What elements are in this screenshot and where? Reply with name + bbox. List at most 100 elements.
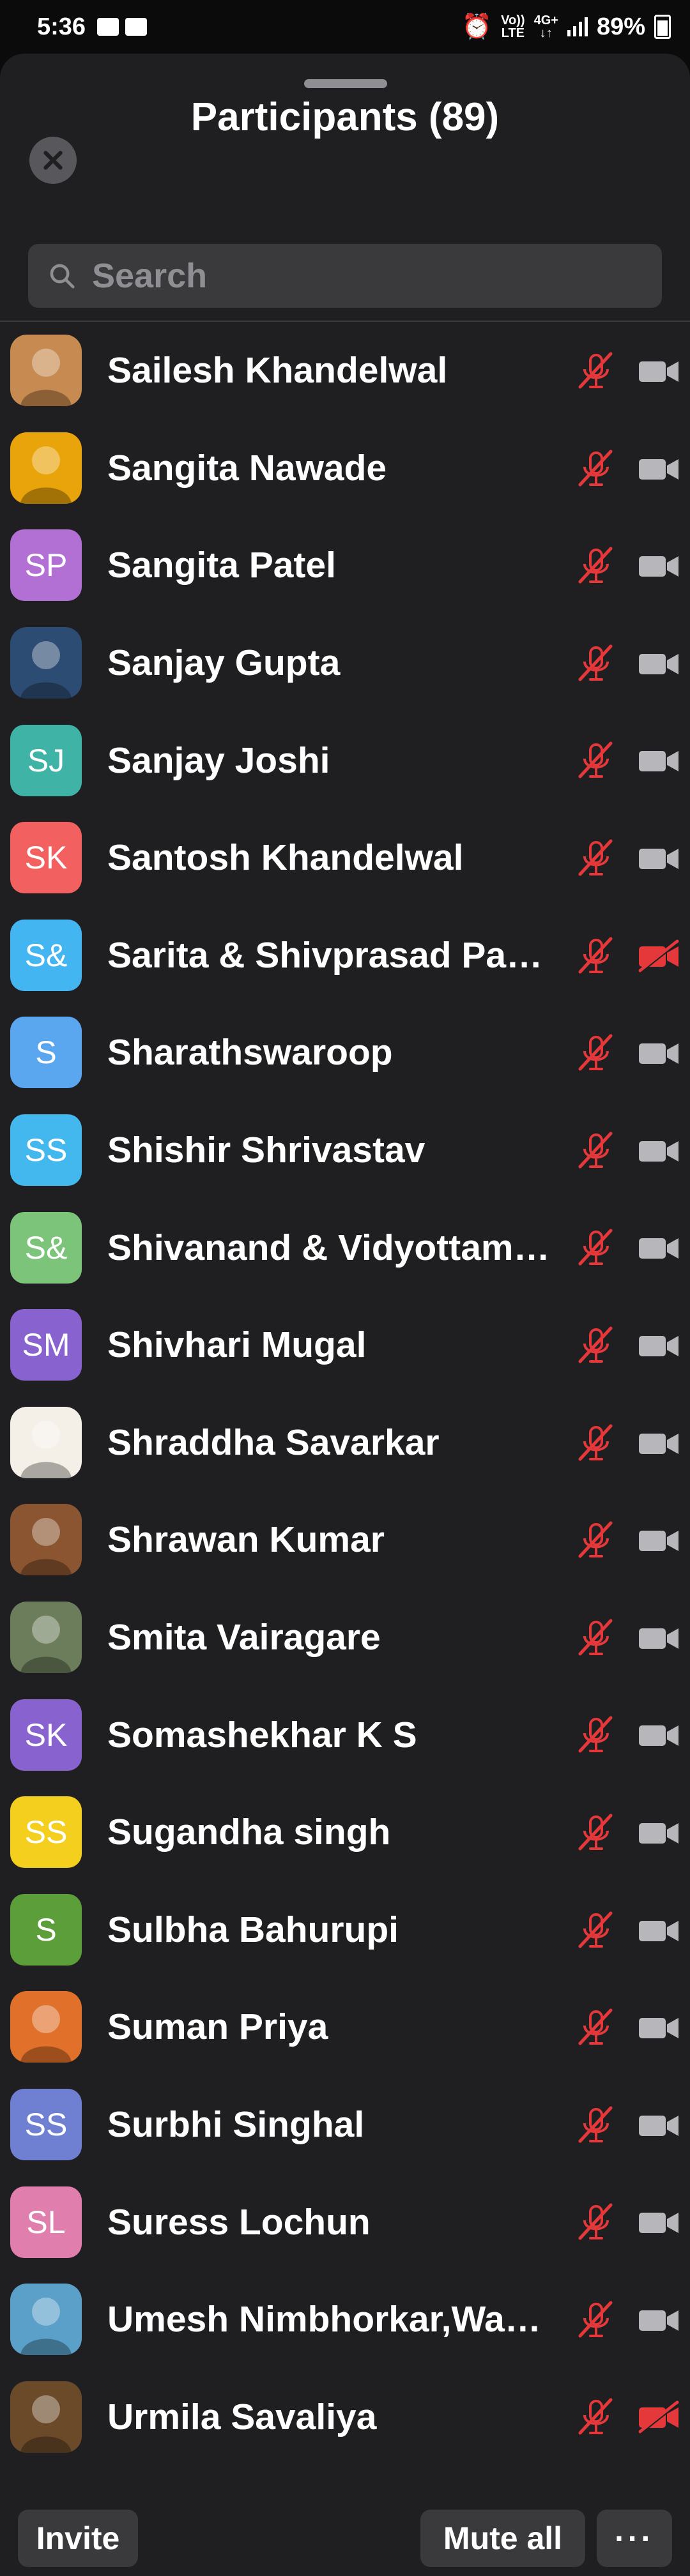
mute-all-button[interactable]: Mute all [420, 2510, 585, 2567]
camera-icon[interactable] [636, 841, 681, 875]
participant-row[interactable]: SK Somashekhar K S [0, 1686, 690, 1784]
participant-row[interactable]: SM Shivhari Mugal [0, 1296, 690, 1394]
mic-muted-icon[interactable] [575, 642, 617, 685]
participant-name: Suress Lochun [107, 2201, 371, 2243]
avatar: S [10, 1017, 82, 1089]
camera-icon[interactable] [636, 2205, 681, 2239]
participant-name: Urmila Savaliya [107, 2396, 377, 2437]
avatar-initials: SK [24, 1716, 68, 1753]
camera-icon[interactable] [636, 1523, 681, 1557]
volte-bottom: LTE [501, 26, 525, 40]
camera-icon[interactable] [636, 1913, 681, 1948]
close-icon [43, 151, 63, 170]
camera-icon[interactable] [636, 1036, 681, 1070]
participant-row[interactable]: S& Sarita & Shivprasad Pat… [0, 907, 690, 1004]
participant-row[interactable]: Sangita Nawade [0, 420, 690, 517]
mic-muted-icon[interactable] [575, 935, 617, 977]
participant-row[interactable]: S Sharathswaroop [0, 1004, 690, 1102]
participant-row[interactable]: S& Shivanand & Vidyottam… [0, 1199, 690, 1296]
participants-sheet: Participants (89) Sailesh Khandelwal Sang… [0, 54, 690, 2576]
avatar-photo [20, 349, 72, 407]
mic-muted-icon[interactable] [575, 545, 617, 587]
invite-button[interactable]: Invite [18, 2510, 138, 2567]
avatar [10, 335, 82, 407]
camera-icon[interactable] [636, 1133, 681, 1168]
mic-muted-icon[interactable] [575, 2104, 617, 2146]
camera-icon[interactable] [636, 354, 681, 388]
search-input[interactable] [91, 255, 643, 296]
mic-muted-icon[interactable] [575, 1130, 617, 1172]
mic-muted-icon[interactable] [575, 1714, 617, 1756]
participant-row[interactable]: SJ Sanjay Joshi [0, 711, 690, 809]
camera-icon[interactable] [636, 2108, 681, 2142]
avatar: SS [10, 1796, 82, 1868]
mic-muted-icon[interactable] [575, 1227, 617, 1269]
camera-icon[interactable] [636, 2303, 681, 2337]
participant-row[interactable]: S Sulbha Bahurupi [0, 1881, 690, 1979]
avatar [10, 1991, 82, 2063]
mic-muted-icon[interactable] [575, 837, 617, 879]
camera-icon[interactable] [636, 1426, 681, 1460]
avatar: SL [10, 2186, 82, 2258]
participant-row[interactable]: Urmila Savaliya [0, 2368, 690, 2466]
participant-name: Santosh Khandelwal [107, 837, 464, 879]
camera-off-icon[interactable] [636, 939, 681, 973]
status-right: ⏰ Vo)) LTE 4G+ ↓↑ 89% [462, 0, 671, 54]
search-bar[interactable] [28, 244, 662, 308]
mic-muted-icon[interactable] [575, 2201, 617, 2243]
mic-muted-icon[interactable] [575, 2006, 617, 2049]
participant-row[interactable]: SK Santosh Khandelwal [0, 809, 690, 907]
camera-icon[interactable] [636, 451, 681, 486]
avatar: SS [10, 1114, 82, 1186]
participant-row[interactable]: Umesh Nimbhorkar,War… [0, 2271, 690, 2368]
mic-muted-icon[interactable] [575, 1324, 617, 1367]
participant-row[interactable]: Smita Vairagare [0, 1589, 690, 1686]
mic-muted-icon[interactable] [575, 739, 617, 782]
participant-row[interactable]: SL Suress Lochun [0, 2173, 690, 2271]
participant-name: Shivanand & Vidyottam… [107, 1227, 550, 1268]
participant-row[interactable]: Sailesh Khandelwal [0, 322, 690, 420]
more-options-button[interactable]: ··· [597, 2510, 672, 2567]
mic-muted-icon[interactable] [575, 2396, 617, 2438]
camera-icon[interactable] [636, 1328, 681, 1363]
camera-off-icon[interactable] [636, 2400, 681, 2435]
participant-row[interactable]: Suman Priya [0, 1978, 690, 2076]
signal-icon [567, 17, 588, 36]
mic-muted-icon[interactable] [575, 2299, 617, 2341]
avatar-initials: S& [24, 937, 68, 973]
camera-icon[interactable] [636, 646, 681, 681]
avatar: SS [10, 2088, 82, 2160]
mic-muted-icon[interactable] [575, 1909, 617, 1951]
camera-icon[interactable] [636, 1815, 681, 1850]
camera-icon[interactable] [636, 549, 681, 583]
participant-row[interactable]: Shraddha Savarkar [0, 1394, 690, 1492]
mic-muted-icon[interactable] [575, 448, 617, 490]
mic-muted-icon[interactable] [575, 350, 617, 392]
participant-row[interactable]: SS Shishir Shrivastav [0, 1102, 690, 1199]
avatar-photo [20, 446, 72, 504]
volte-top: Vo)) [501, 13, 525, 27]
avatar-photo [20, 1518, 72, 1576]
mic-muted-icon[interactable] [575, 1519, 617, 1561]
mic-muted-icon[interactable] [575, 1032, 617, 1074]
sheet-grabber[interactable] [304, 79, 387, 88]
status-bar: 5:36 ⏰ Vo)) LTE 4G+ ↓↑ 89% [0, 0, 690, 54]
participant-row[interactable]: SP Sangita Patel [0, 517, 690, 614]
mic-muted-icon[interactable] [575, 1617, 617, 1659]
camera-icon[interactable] [636, 1231, 681, 1265]
participant-name: Sanjay Gupta [107, 642, 341, 684]
participant-row[interactable]: Sanjay Gupta [0, 614, 690, 712]
camera-icon[interactable] [636, 1621, 681, 1655]
camera-icon[interactable] [636, 743, 681, 778]
close-button[interactable] [29, 137, 77, 184]
camera-icon[interactable] [636, 1718, 681, 1752]
participant-row[interactable]: Shrawan Kumar [0, 1491, 690, 1589]
avatar-initials: S [35, 1911, 57, 1948]
camera-icon[interactable] [636, 2010, 681, 2045]
participant-row[interactable]: SS Surbhi Singhal [0, 2076, 690, 2174]
participant-name: Sanjay Joshi [107, 739, 330, 781]
mic-muted-icon[interactable] [575, 1812, 617, 1854]
avatar-initials: S& [24, 1229, 68, 1266]
participant-row[interactable]: SS Sugandha singh [0, 1784, 690, 1881]
mic-muted-icon[interactable] [575, 1422, 617, 1464]
